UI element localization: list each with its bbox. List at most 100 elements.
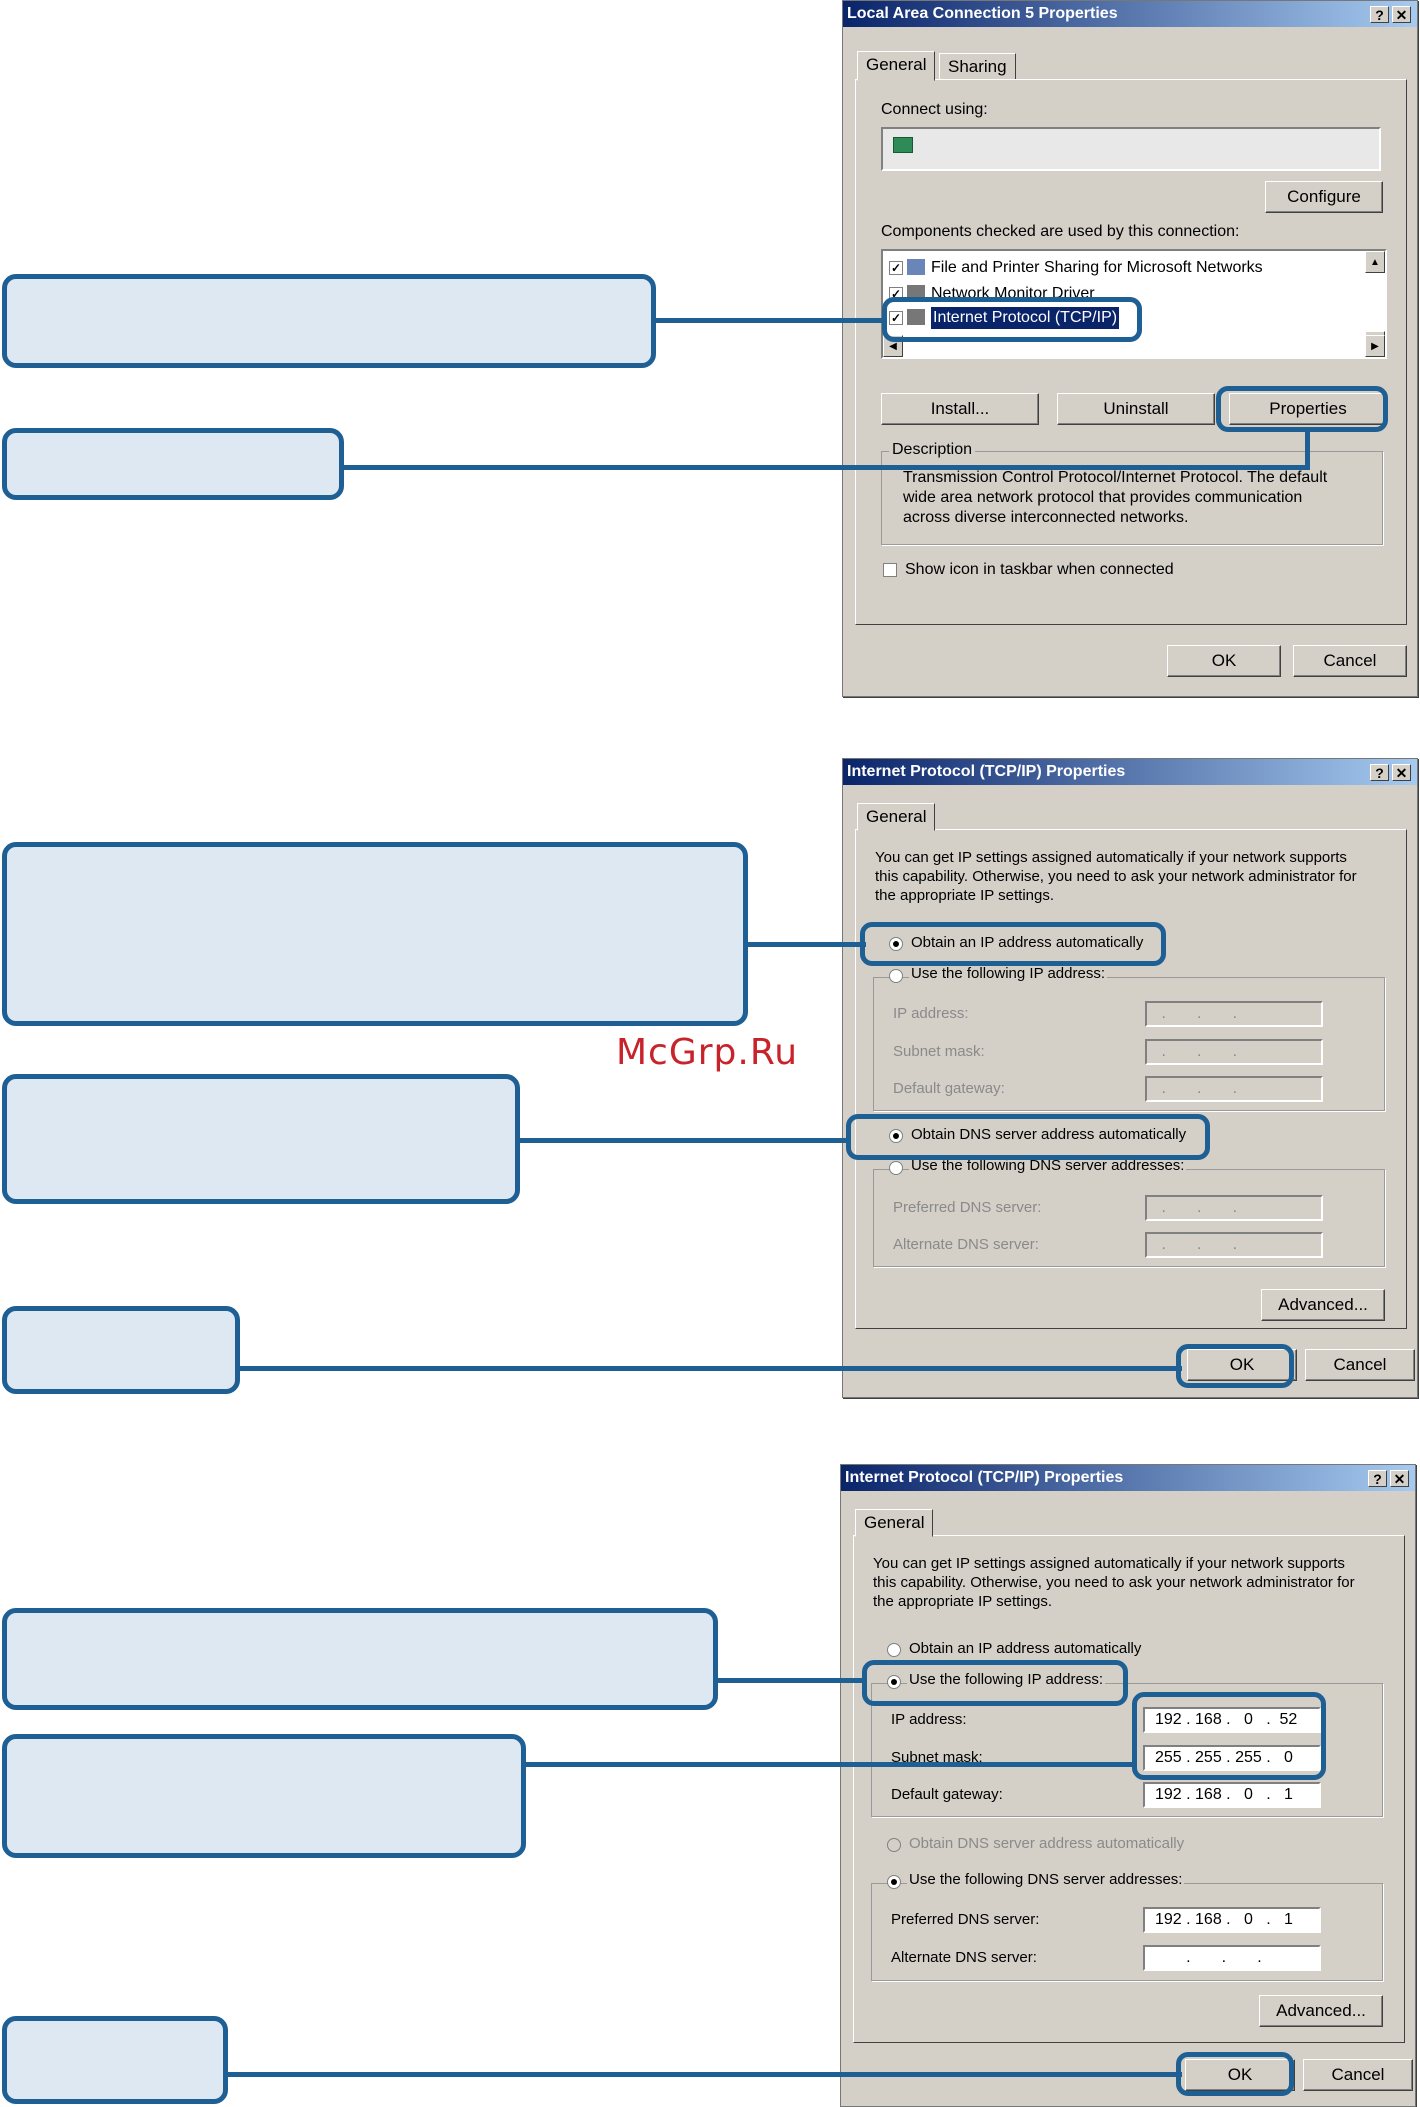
title-bar: Internet Protocol (TCP/IP) Properties ? … [841, 1465, 1415, 1491]
preferred-dns-field[interactable]: . . . [1145, 1195, 1323, 1221]
highlight-properties-button [1216, 386, 1388, 432]
intro-line: the appropriate IP settings. [873, 1593, 1053, 1610]
tcpip-properties-dialog-auto: Internet Protocol (TCP/IP) Properties ? … [842, 758, 1418, 1398]
obtain-ip-label: Obtain an IP address automatically [909, 1640, 1142, 1657]
local-area-connection-properties-dialog: Local Area Connection 5 Properties ? ✕ G… [842, 0, 1418, 697]
callout-box [2, 1608, 718, 1710]
cancel-button[interactable]: Cancel [1305, 1349, 1415, 1381]
help-button[interactable]: ? [1370, 6, 1389, 23]
tab-general[interactable]: General [857, 51, 936, 81]
ip-address-label: IP address: [891, 1711, 967, 1728]
ip-address-field[interactable]: . . . [1145, 1001, 1323, 1027]
callout-box [2, 842, 748, 1026]
default-gateway-field[interactable]: 192 . 168 . 0 . 1 [1143, 1782, 1321, 1808]
install-button[interactable]: Install... [881, 393, 1039, 425]
callout-box [2, 274, 656, 368]
network-adapter-icon [893, 137, 913, 153]
help-button[interactable]: ? [1370, 764, 1389, 781]
checkbox-file-sharing[interactable]: ✓ [889, 261, 903, 275]
configure-button[interactable]: Configure [1265, 181, 1383, 213]
connector-line [342, 465, 1310, 470]
advanced-button[interactable]: Advanced... [1259, 1995, 1383, 2027]
preferred-dns-field[interactable]: 192 . 168 . 0 . 1 [1143, 1907, 1321, 1933]
advanced-button[interactable]: Advanced... [1261, 1289, 1385, 1321]
service-icon [907, 259, 925, 275]
default-gateway-label: Default gateway: [893, 1080, 1005, 1097]
highlight-tcpip-item [882, 297, 1142, 342]
use-dns-label: Use the following DNS server addresses: [907, 1871, 1185, 1888]
description-line: Transmission Control Protocol/Internet P… [903, 469, 1328, 486]
intro-line: the appropriate IP settings. [875, 887, 1055, 904]
default-gateway-label: Default gateway: [891, 1786, 1003, 1803]
connector-line [228, 2072, 1182, 2077]
cancel-button[interactable]: Cancel [1303, 2059, 1413, 2091]
tab-sharing[interactable]: Sharing [939, 53, 1016, 79]
tab-general[interactable]: General [855, 1509, 934, 1537]
close-button[interactable]: ✕ [1392, 6, 1411, 23]
scroll-up-arrow[interactable]: ▲ [1365, 251, 1385, 273]
callout-box [2, 1734, 526, 1858]
callout-box [2, 428, 344, 500]
show-icon-checkbox[interactable] [883, 563, 897, 577]
subnet-mask-label: Subnet mask: [893, 1043, 985, 1060]
preferred-dns-label: Preferred DNS server: [891, 1911, 1040, 1928]
connector-line [654, 318, 884, 323]
close-button[interactable]: ✕ [1392, 764, 1411, 781]
use-dns-radio[interactable] [889, 1161, 903, 1175]
scroll-right-arrow[interactable]: ▶ [1365, 335, 1385, 357]
highlight-ip-subnet [1132, 1692, 1326, 1780]
components-label: Components checked are used by this conn… [881, 223, 1240, 240]
default-gateway-field[interactable]: . . . [1145, 1076, 1323, 1102]
intro-line: this capability. Otherwise, you need to … [875, 868, 1357, 885]
show-icon-label: Show icon in taskbar when connected [905, 561, 1174, 578]
highlight-ok-button [1176, 1344, 1294, 1388]
dialog-title: Internet Protocol (TCP/IP) Properties [845, 1469, 1124, 1486]
use-dns-radio[interactable] [887, 1875, 901, 1889]
intro-line: this capability. Otherwise, you need to … [873, 1574, 1355, 1591]
component-label: File and Printer Sharing for Microsoft N… [931, 259, 1263, 276]
tab-general[interactable]: General [857, 803, 936, 831]
uninstall-button[interactable]: Uninstall [1057, 393, 1215, 425]
use-ip-radio[interactable] [889, 969, 903, 983]
help-button[interactable]: ? [1368, 1470, 1387, 1487]
connector-line [1305, 428, 1310, 470]
obtain-dns-radio[interactable] [887, 1838, 901, 1852]
obtain-dns-label: Obtain DNS server address automatically [909, 1835, 1185, 1852]
highlight-obtain-dns [846, 1114, 1210, 1160]
alternate-dns-field[interactable]: . . . [1145, 1232, 1323, 1258]
connector-line [238, 1366, 1182, 1371]
close-button[interactable]: ✕ [1390, 1470, 1409, 1487]
highlight-ok-button [1176, 2052, 1294, 2096]
use-ip-label: Use the following IP address: [909, 965, 1107, 982]
dialog-title: Internet Protocol (TCP/IP) Properties [847, 763, 1126, 780]
title-bar: Local Area Connection 5 Properties ? ✕ [843, 1, 1417, 27]
highlight-obtain-ip [860, 922, 1166, 966]
description-line: across diverse interconnected networks. [903, 509, 1189, 526]
obtain-ip-radio[interactable] [887, 1643, 901, 1657]
ip-address-label: IP address: [893, 1005, 969, 1022]
adapter-field [881, 127, 1381, 171]
alternate-dns-label: Alternate DNS server: [891, 1949, 1037, 1966]
intro-line: You can get IP settings assigned automat… [873, 1555, 1345, 1572]
preferred-dns-label: Preferred DNS server: [893, 1199, 1042, 1216]
callout-box [2, 1074, 520, 1204]
connector-line [518, 1138, 850, 1143]
subnet-mask-field[interactable]: . . . [1145, 1039, 1323, 1065]
dialog-title: Local Area Connection 5 Properties [847, 5, 1118, 22]
highlight-use-ip [862, 1660, 1128, 1706]
description-line: wide area network protocol that provides… [903, 489, 1303, 506]
intro-line: You can get IP settings assigned automat… [875, 849, 1347, 866]
tcpip-properties-dialog-static: Internet Protocol (TCP/IP) Properties ? … [840, 1464, 1416, 2107]
callout-box [2, 1306, 240, 1394]
connector-line [716, 1678, 864, 1683]
description-label: Description [889, 441, 976, 459]
list-item[interactable]: ✓ File and Printer Sharing for Microsoft… [889, 257, 1263, 279]
callout-box [2, 2016, 228, 2104]
connector-line [746, 942, 866, 947]
cancel-button[interactable]: Cancel [1293, 645, 1407, 677]
connect-using-label: Connect using: [881, 101, 988, 118]
watermark: McGrp.Ru [616, 1032, 799, 1073]
ok-button[interactable]: OK [1167, 645, 1281, 677]
alternate-dns-label: Alternate DNS server: [893, 1236, 1039, 1253]
alternate-dns-field[interactable]: . . . [1143, 1945, 1321, 1971]
